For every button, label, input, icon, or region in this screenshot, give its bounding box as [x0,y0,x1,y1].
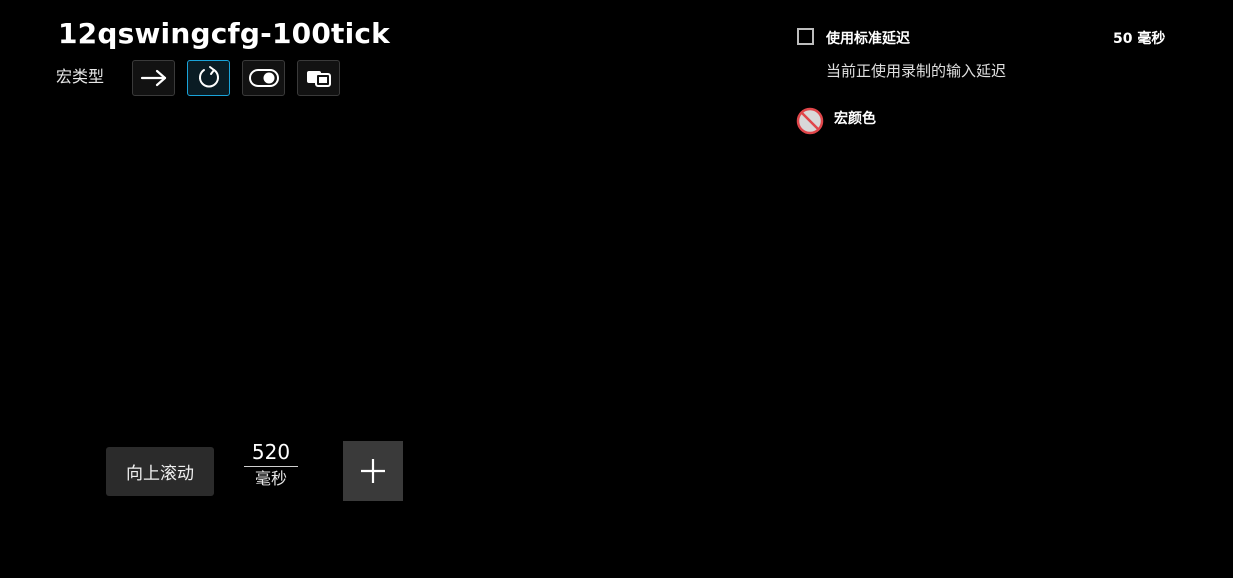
standard-delay-label: 使用标准延迟 [826,31,910,47]
delay-description: 当前正使用录制的输入延迟 [826,62,1007,80]
delay-value: 520 [251,440,291,464]
no-color-icon[interactable] [796,107,824,135]
macro-color-label: 宏颜色 [834,111,876,127]
macro-editor: 12qswingcfg-100tick 宏类型 使用标准延迟 50 毫秒 当前正… [0,0,1233,578]
type-button-toggle[interactable] [242,60,285,96]
delay-unit: 毫秒 [254,469,287,488]
add-action-button[interactable] [343,441,403,501]
action-label: 向上滚动 [126,464,194,484]
toggle-icon [248,69,279,87]
action-scroll-up[interactable]: 向上滚动 [106,447,214,496]
type-button-sequence[interactable] [297,60,340,96]
type-button-single[interactable] [132,60,175,96]
plus-icon [361,459,385,483]
loop-icon [198,66,219,88]
arrow-right-icon [140,69,166,87]
standard-delay-checkbox[interactable] [797,28,814,45]
delay-divider [244,466,298,467]
sequence-icon [306,71,331,87]
type-button-repeat[interactable] [187,60,230,96]
delay-item[interactable]: 520 毫秒 [244,440,298,489]
standard-delay-value: 50 毫秒 [1113,31,1166,47]
macro-type-label: 宏类型 [56,67,105,86]
macro-title: 12qswingcfg-100tick [58,17,391,50]
